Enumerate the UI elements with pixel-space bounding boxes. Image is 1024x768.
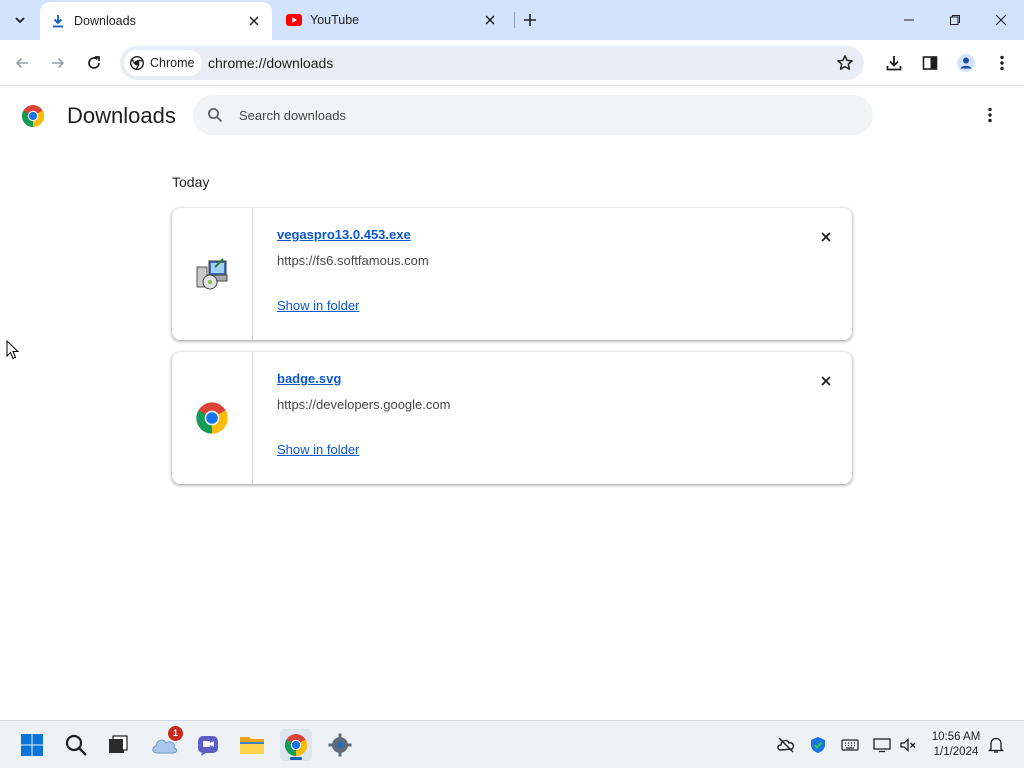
tab-downloads[interactable]: Downloads (40, 2, 272, 40)
mouse-cursor-icon (6, 340, 20, 360)
page-title: Downloads (67, 103, 176, 128)
keyboard-icon[interactable] (840, 735, 860, 755)
windows-taskbar: 1 10:56 AM 1/1/2024 (0, 720, 1024, 768)
chrome-logo-icon (21, 105, 45, 127)
show-in-folder-link[interactable]: Show in folder (277, 442, 359, 457)
tab-youtube[interactable]: YouTube (278, 0, 508, 40)
notification-bell-icon[interactable] (986, 735, 1006, 755)
download-item: badge.svg https://developers.google.com … (172, 352, 852, 484)
reload-icon (88, 56, 100, 69)
chevron-down-icon (15, 17, 25, 24)
search-downloads-box[interactable] (193, 95, 873, 135)
more-vert-icon (1000, 55, 1004, 71)
download-item: vegaspro13.0.453.exe https://fs6.softfam… (172, 208, 852, 340)
teams-chat-icon (198, 736, 218, 756)
settings-button[interactable] (324, 729, 356, 761)
file-icon-column (172, 208, 253, 340)
download-icon (886, 56, 902, 71)
side-panel-button[interactable] (919, 52, 941, 74)
close-tab-icon[interactable] (482, 12, 498, 28)
file-name-link[interactable]: vegaspro13.0.453.exe (277, 227, 411, 242)
taskbar-search-button[interactable] (60, 729, 92, 761)
clock-date: 1/1/2024 (933, 746, 979, 758)
url-text[interactable]: chrome://downloads (208, 46, 333, 80)
side-panel-icon (922, 56, 938, 70)
search-icon (208, 108, 223, 123)
chrome-icon (196, 402, 228, 434)
gear-icon (328, 733, 352, 757)
source-url: https://developers.google.com (277, 397, 451, 412)
close-icon (821, 376, 831, 386)
download-icon (50, 13, 66, 29)
active-app-indicator (290, 757, 302, 760)
date-heading: Today (172, 174, 210, 190)
close-icon (821, 232, 831, 242)
profile-avatar-icon (957, 54, 975, 72)
forward-button[interactable] (45, 50, 71, 76)
search-icon (65, 734, 87, 756)
chrome-logo-icon (130, 56, 144, 70)
arrow-left-icon (15, 57, 28, 69)
display-icon[interactable] (872, 735, 892, 755)
minimize-icon (904, 19, 914, 21)
chip-label: Chrome (150, 56, 195, 70)
start-button[interactable] (16, 729, 48, 761)
close-icon (995, 14, 1007, 26)
chrome-menu-button[interactable] (991, 52, 1013, 74)
restore-button[interactable] (932, 0, 978, 40)
chrome-icon (284, 734, 308, 756)
tab-title: YouTube (310, 13, 360, 27)
task-view-icon (109, 735, 128, 753)
search-input[interactable] (239, 95, 839, 135)
show-in-folder-link[interactable]: Show in folder (277, 298, 359, 313)
installer-icon (196, 258, 228, 290)
file-name-link[interactable]: badge.svg (277, 371, 341, 386)
bookmark-star-icon[interactable] (836, 54, 854, 72)
new-tab-button[interactable] (520, 10, 540, 30)
restore-icon (950, 15, 960, 25)
tab-search-button[interactable] (8, 8, 32, 32)
network-offline-icon[interactable] (776, 735, 796, 755)
address-bar[interactable]: Chrome chrome://downloads (120, 46, 864, 80)
tab-strip: Downloads YouTube (0, 0, 1024, 40)
plus-icon (524, 14, 536, 26)
clock-time: 10:56 AM (931, 731, 981, 743)
clock[interactable]: 10:56 AM 1/1/2024 (926, 730, 986, 760)
file-explorer-button[interactable] (236, 729, 268, 761)
reload-button[interactable] (81, 50, 107, 76)
folder-icon (240, 737, 264, 754)
close-window-button[interactable] (978, 0, 1024, 40)
file-icon-column (172, 352, 253, 484)
notification-badge: 1 (168, 726, 183, 741)
minimize-button[interactable] (886, 0, 932, 40)
security-shield-icon[interactable] (808, 735, 828, 755)
volume-muted-icon[interactable] (898, 735, 918, 755)
site-info-chip[interactable]: Chrome (124, 50, 203, 76)
downloads-menu-button[interactable] (980, 105, 1000, 125)
back-button[interactable] (9, 50, 35, 76)
youtube-icon (286, 12, 302, 28)
remove-download-button[interactable] (816, 227, 836, 247)
more-vert-icon (988, 107, 992, 123)
task-view-button[interactable] (102, 729, 134, 761)
downloads-button[interactable] (883, 52, 905, 74)
remove-download-button[interactable] (816, 371, 836, 391)
source-url: https://fs6.softfamous.com (277, 253, 429, 268)
downloads-header: Downloads (0, 87, 1024, 145)
close-tab-icon[interactable] (246, 13, 262, 29)
profile-button[interactable] (955, 52, 977, 74)
tab-title: Downloads (74, 14, 136, 28)
chrome-taskbar-button[interactable] (280, 729, 312, 761)
windows-logo-icon (21, 734, 43, 756)
teams-button[interactable] (192, 729, 224, 761)
onedrive-button[interactable]: 1 (148, 726, 183, 761)
tab-separator (514, 12, 515, 28)
browser-toolbar: Chrome chrome://downloads (0, 40, 1024, 86)
arrow-right-icon (52, 57, 65, 69)
